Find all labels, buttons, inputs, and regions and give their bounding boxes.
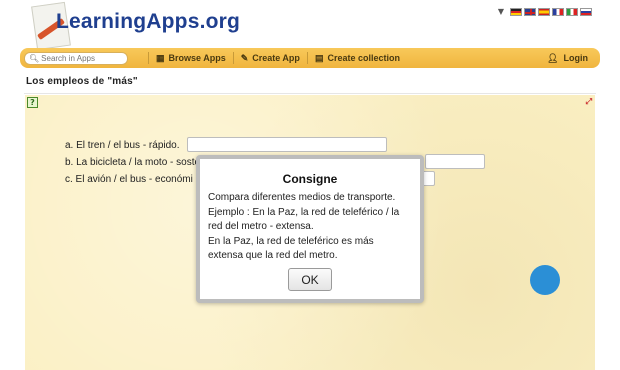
exercise-item-c-label: c. El avión / el bus - económi xyxy=(65,174,193,185)
help-icon[interactable]: ? xyxy=(27,97,38,108)
search-icon: 🔍︎ xyxy=(29,53,40,63)
flag-de-icon[interactable] xyxy=(510,7,522,16)
exercise-item-c: c. El avión / el bus - económi xyxy=(65,174,193,185)
instructions-dialog: Consigne Compara diferentes medios de tr… xyxy=(196,155,424,303)
login-label: Login xyxy=(563,53,589,63)
nav-create-collection-label: Create collection xyxy=(327,53,400,63)
nav-browse-apps-label: Browse Apps xyxy=(168,53,226,63)
search-box[interactable]: 🔍︎ xyxy=(24,51,132,65)
floating-action-button[interactable] xyxy=(530,265,560,295)
fullscreen-icon[interactable]: ⤢ xyxy=(586,97,592,107)
dropdown-caret-icon[interactable]: ▼ xyxy=(498,7,504,16)
nav-create-collection[interactable]: ▤ Create collection xyxy=(306,52,407,64)
dialog-line: Compara diferentes medios de transporte. xyxy=(208,192,396,203)
logo-text: LearningApps.org xyxy=(56,10,241,33)
site-logo[interactable]: LearningApps.org xyxy=(28,0,240,52)
dialog-body: Compara diferentes medios de transporte.… xyxy=(208,191,412,264)
dialog-line: En la Paz, la red de teleférico es más xyxy=(208,235,374,247)
dialog-title: Consigne xyxy=(282,172,338,186)
dialog-line: extensa que la red del metro. xyxy=(208,250,338,261)
nav-create-app[interactable]: ✎ Create App xyxy=(232,52,307,64)
nav-create-app-label: Create App xyxy=(252,53,300,63)
flag-ru-icon[interactable] xyxy=(580,7,592,16)
collection-icon: ▤ xyxy=(314,52,324,63)
exercise-item-b: b. La bicicleta / la moto - sosten xyxy=(65,157,206,168)
dialog-line: red del metro - extensa. xyxy=(208,221,314,232)
main-navbar: 🔍︎ ▦ Browse Apps ✎ Create App ▤ Create c… xyxy=(20,48,600,68)
search-input[interactable] xyxy=(41,53,132,63)
flag-es-icon[interactable] xyxy=(538,7,550,16)
dialog-line: Ejemplo : En la Paz, la red de teleféric… xyxy=(208,206,400,218)
page-title: Los empleos de "más" xyxy=(26,76,138,87)
language-selector[interactable]: ▼ xyxy=(498,7,592,16)
exercise-item-a-input[interactable] xyxy=(187,137,387,152)
grid-icon: ▦ xyxy=(156,52,165,63)
exercise-item-b-input[interactable] xyxy=(425,154,485,169)
nav-browse-apps[interactable]: ▦ Browse Apps xyxy=(148,52,233,64)
flag-fr-icon[interactable] xyxy=(552,7,564,16)
title-divider xyxy=(24,93,596,94)
pencil-icon: ✎ xyxy=(240,52,249,63)
flag-en-icon[interactable] xyxy=(524,7,536,16)
exercise-item-a: a. El tren / el bus - rápido. xyxy=(65,140,180,151)
exercise-item-b-label: b. La bicicleta / la moto - sosten xyxy=(65,157,206,168)
flag-it-icon[interactable] xyxy=(566,7,578,16)
login-button[interactable]: 👤︎ Login xyxy=(547,53,588,64)
ok-button[interactable]: OK xyxy=(288,268,332,291)
exercise-item-a-label: a. El tren / el bus - rápido. xyxy=(65,140,180,151)
user-icon: 👤︎ xyxy=(547,52,559,63)
